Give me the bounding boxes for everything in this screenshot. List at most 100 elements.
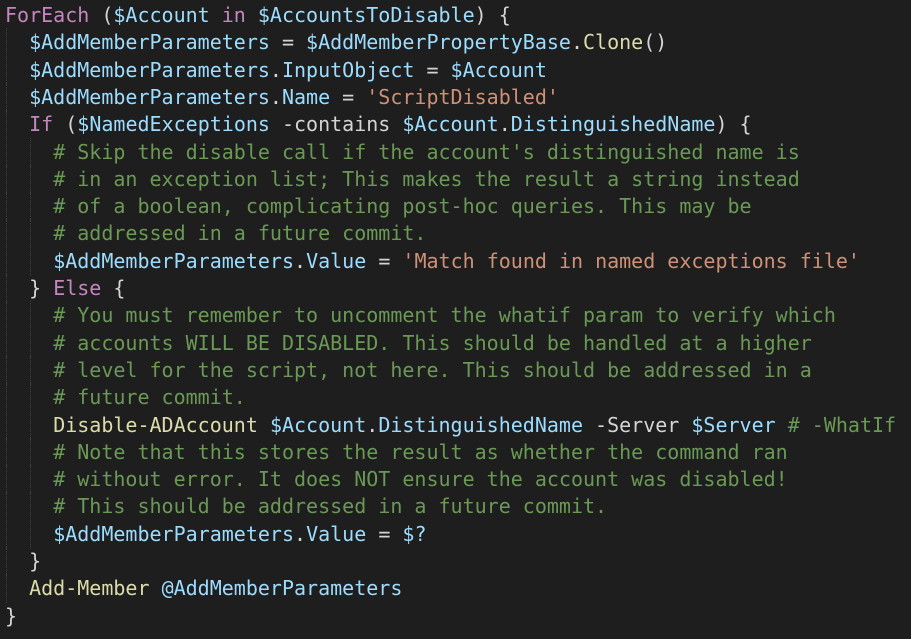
indent-guide [29, 410, 53, 440]
code-token: . [269, 84, 282, 109]
code-token: . [366, 412, 379, 437]
indent-guide [5, 219, 29, 249]
code-token: Value [306, 248, 367, 273]
code-line: Add-Member @AddMemberParameters [5, 574, 403, 604]
code-token: = [414, 57, 451, 82]
code-line: If ($NamedExceptions -contains $Account.… [5, 110, 752, 140]
code-line: # You must remember to uncomment the wha… [5, 301, 836, 331]
code-token: . [294, 248, 307, 273]
code-token: $Account [402, 112, 499, 137]
indent-guide [29, 465, 53, 495]
code-token: $AccountsToDisable [257, 3, 475, 27]
code-line: # addressed in a future commit. [5, 219, 426, 249]
code-line: # future commit. [5, 383, 246, 413]
code-token: $Account [269, 412, 367, 437]
code-token: in [209, 3, 258, 27]
indent-guide [29, 383, 53, 413]
code-line: } [5, 547, 42, 576]
code-token: . [269, 57, 282, 82]
indent-guide [29, 192, 53, 222]
indent-guide [5, 547, 29, 576]
code-token: 'Match found in named exceptions file' [402, 248, 860, 273]
indent-guide [5, 164, 29, 194]
code-token: ( [89, 3, 114, 27]
indent-guide [5, 55, 29, 85]
indent-guide [5, 28, 29, 58]
indent-guide [29, 164, 53, 194]
code-token: = [269, 30, 307, 55]
code-token: # You must remember to uncomment the wha… [53, 303, 836, 328]
code-line: $AddMemberParameters = $AddMemberPropert… [5, 28, 668, 58]
code-token: # accounts WILL BE DISABLED. This should… [53, 330, 812, 355]
indent-guide [29, 492, 53, 522]
code-token: @AddMemberParameters [161, 576, 403, 601]
code-token: # Note that this stores the result as wh… [53, 439, 788, 464]
code-token: ForEach [5, 3, 90, 27]
indent-guide [5, 192, 29, 222]
code-token: # -WhatIf [775, 412, 897, 437]
indent-guide [5, 465, 29, 495]
code-line: $AddMemberParameters.Name = 'ScriptDisab… [5, 82, 559, 112]
code-token: InputObject [281, 57, 415, 82]
code-token: $Account [450, 57, 547, 82]
code-token: } [29, 276, 54, 300]
code-token: Add-Member [29, 576, 150, 601]
indent-guide [5, 492, 29, 522]
code-token: $? [402, 521, 427, 546]
code-token: $Account [113, 3, 210, 27]
indent-guide [5, 410, 29, 440]
code-line: $AddMemberParameters.InputObject = $Acco… [5, 55, 547, 85]
code-token: # This should be addressed in a future c… [53, 494, 608, 519]
code-token: Name [281, 84, 331, 109]
code-token: = [366, 248, 403, 273]
code-token: () [643, 30, 668, 55]
code-token: . [294, 521, 307, 546]
indent-guide [5, 574, 29, 604]
code-token: Clone [583, 30, 644, 55]
code-token: . [570, 30, 583, 55]
code-line: # without error. It does NOT ensure the … [5, 465, 788, 495]
indent-guide [29, 519, 53, 549]
indent-guide [29, 437, 53, 467]
code-line: # of a boolean, complicating post-hoc qu… [5, 192, 752, 222]
indent-guide [5, 301, 29, 331]
indent-guide [5, 246, 29, 276]
code-line: ForEach ($Account in $AccountsToDisable)… [5, 2, 511, 29]
code-token: = [330, 84, 367, 109]
code-token: # Skip the disable call if the account's… [53, 139, 800, 164]
code-token: Value [306, 521, 367, 546]
code-editor[interactable]: ForEach ($Account in $AccountsToDisable)… [0, 0, 911, 639]
code-token: # future commit. [53, 385, 246, 410]
indent-guide [5, 274, 29, 303]
code-line: $AddMemberParameters.Value = 'Match foun… [5, 246, 860, 276]
code-token: # without error. It does NOT ensure the … [53, 467, 788, 492]
code-line: } Else { [5, 274, 126, 303]
code-token: $AddMemberParameters [53, 521, 295, 546]
code-token: $AddMemberPropertyBase [306, 30, 571, 55]
code-token: { [101, 276, 126, 300]
code-token: ) { [715, 112, 752, 137]
indent-guide [29, 246, 53, 276]
indent-guide [5, 328, 29, 358]
code-token: } [29, 549, 42, 573]
code-token: ( [53, 112, 78, 137]
code-token: $AddMemberParameters [29, 57, 270, 82]
code-line: } [5, 603, 17, 630]
code-token: $NamedExceptions [77, 112, 270, 137]
code-token: Disable-ADAccount [53, 412, 258, 437]
code-line: # accounts WILL BE DISABLED. This should… [5, 328, 812, 358]
code-token: DistinguishedName [510, 112, 716, 137]
code-token: } [5, 603, 18, 628]
code-token: $AddMemberParameters [53, 248, 295, 273]
code-line: Disable-ADAccount $Account.Distinguished… [5, 410, 897, 440]
code-line: # This should be addressed in a future c… [5, 492, 608, 522]
code-token: $AddMemberParameters [29, 84, 270, 109]
code-token: $Server [691, 412, 776, 437]
code-token: -Server [583, 412, 692, 437]
indent-guide [29, 328, 53, 358]
code-token: $AddMemberParameters [29, 30, 270, 55]
code-token: DistinguishedName [378, 412, 584, 437]
indent-guide [5, 137, 29, 167]
code-token: Else [53, 276, 102, 300]
